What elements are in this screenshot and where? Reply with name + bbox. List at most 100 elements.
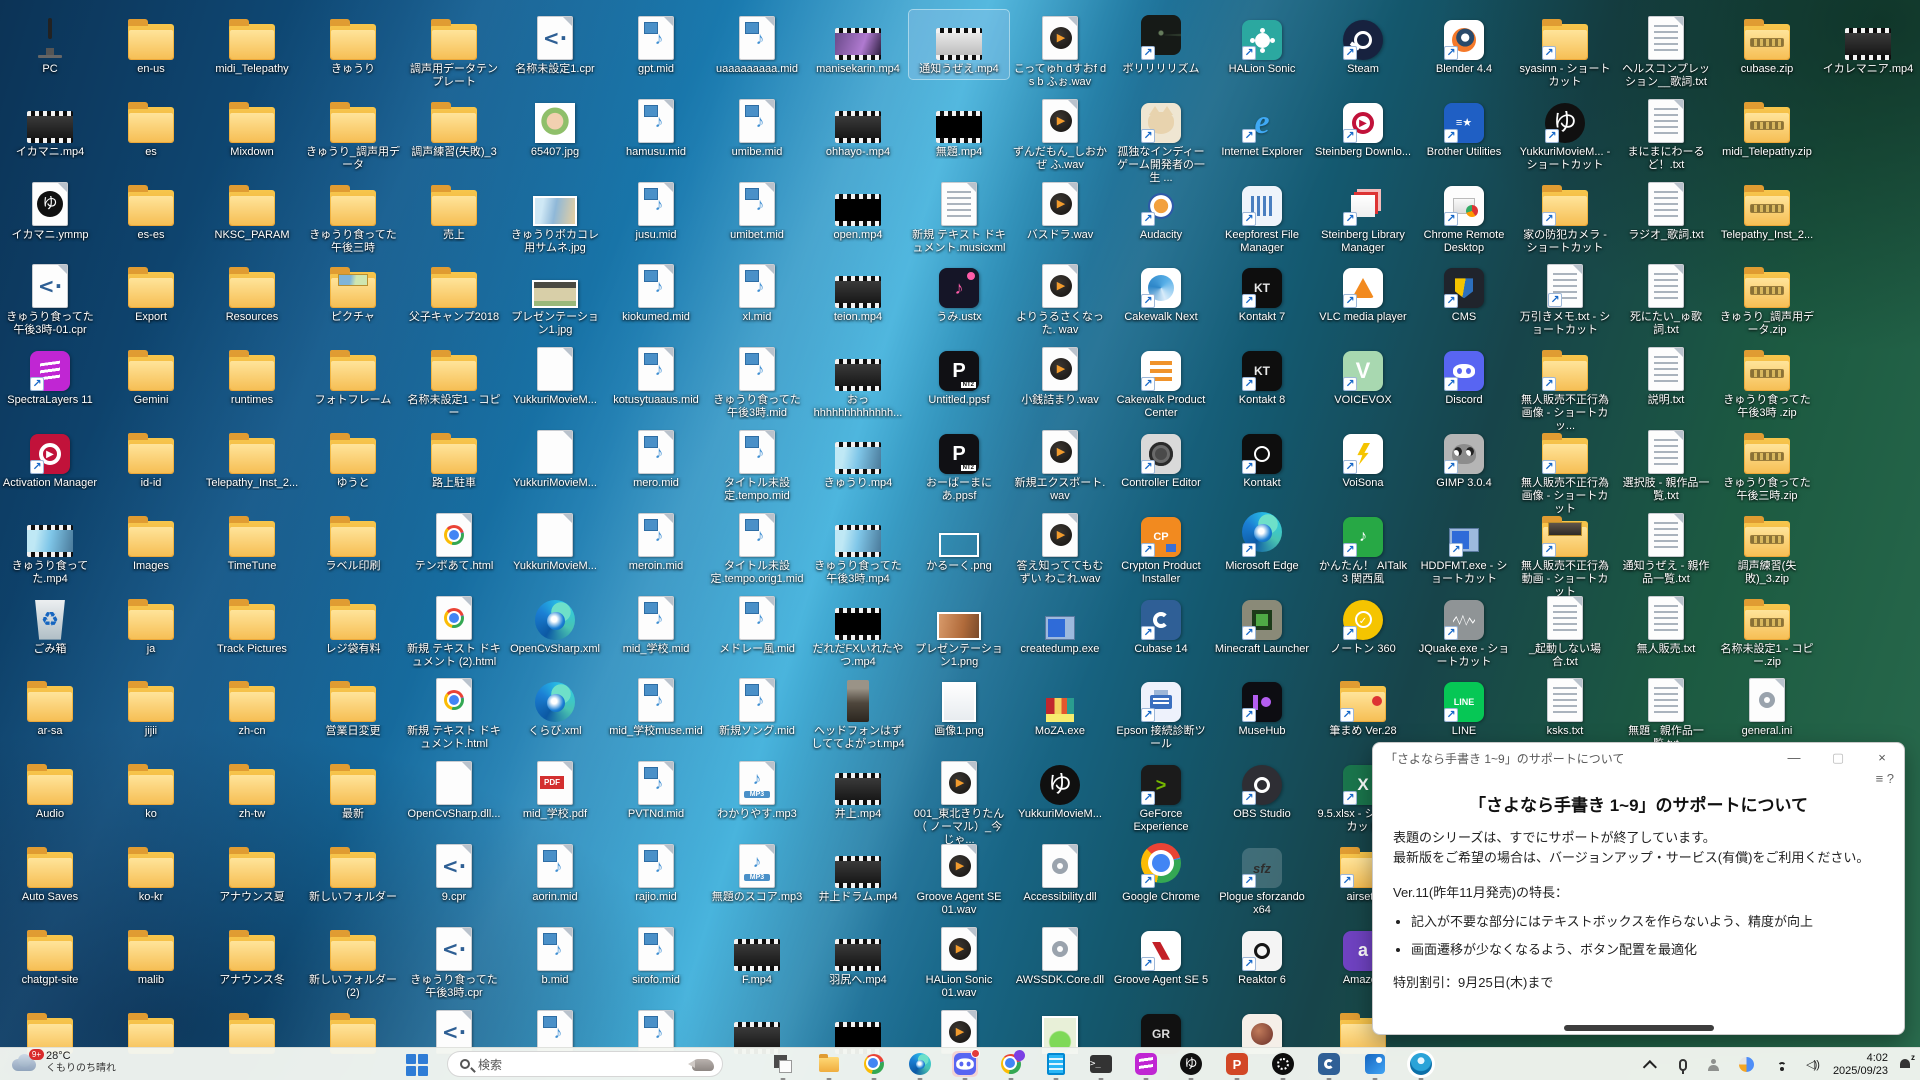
desktop-icon-mid[interactable]: ♪ uaaaaaaaaa.mid: [707, 10, 807, 79]
desktop-icon-fld-zip[interactable]: きゅうり_調声用データ.zip: [1717, 258, 1817, 340]
desktop-icon-fld[interactable]: Mixdown: [202, 93, 302, 162]
desktop-icon-fld-zip[interactable]: Telepathy_Inst_2...: [1717, 176, 1817, 245]
desktop-icon-polyrhythm[interactable]: ↗ ポリリリリズム: [1111, 10, 1211, 79]
desktop-icon-mid[interactable]: ♪ b.mid: [505, 921, 605, 990]
desktop-icon-cms[interactable]: ↗ CMS: [1414, 258, 1514, 327]
desktop-icon-txt[interactable]: 新規 テキスト ドキュメント.musicxml: [909, 176, 1009, 258]
desktop-icon-wav[interactable]: ▶ 001_東北きりたん（ ノーマル）_今じゃ...: [909, 755, 1009, 850]
taskbar-icon-chrome-profile[interactable]: [998, 1051, 1024, 1077]
desktop-icon-txt-sc[interactable]: ↗ 万引きメモ.txt - ショートカット: [1515, 258, 1615, 340]
desktop-icon-recycle[interactable]: ♻ ごみ箱: [0, 590, 100, 659]
desktop-icon-ppsf[interactable]: PNT2 Untitled.ppsf: [909, 341, 1009, 410]
taskbar-icon-discord[interactable]: [952, 1051, 978, 1077]
desktop-icon-fld[interactable]: Track Pictures: [202, 590, 302, 659]
notification-bell-icon[interactable]: [1898, 1058, 1912, 1072]
desktop-icon-blank-doc[interactable]: YukkuriMovieM...: [505, 341, 605, 410]
desktop-icon-fld[interactable]: runtimes: [202, 341, 302, 410]
desktop-icon-fld[interactable]: 名称未設定1 - コピー: [404, 341, 504, 423]
taskbar-icon-notes[interactable]: [1043, 1051, 1069, 1077]
desktop-icon-chrome-page[interactable]: 新規 テキスト ドキュメント.html: [404, 672, 504, 754]
desktop-icon-wav[interactable]: ▶ 答え知っててもむずい わこれ.wav: [1010, 507, 1110, 589]
desktop-icon-ustx[interactable]: ♪ うみ.ustx: [909, 258, 1009, 327]
volume-icon[interactable]: ◁)): [1806, 1058, 1819, 1071]
desktop-icon-txt[interactable]: 説明.txt: [1616, 341, 1716, 410]
desktop-icon-wav[interactable]: ▶ ずんだもん_しおかぜ ふ.wav: [1010, 93, 1110, 175]
desktop-icon-fld[interactable]: jijii: [101, 672, 201, 741]
dialog-title-bar[interactable]: 「さよなら手書き 1~9」のサポートについて — ▢ ×: [1373, 743, 1904, 773]
taskbar-icon-cubase[interactable]: [1316, 1051, 1342, 1077]
desktop-icon-brother[interactable]: ≡★↗ Brother Utilities: [1414, 93, 1514, 162]
desktop-icon-mid[interactable]: ♪ umibe.mid: [707, 93, 807, 162]
desktop-icon-ppsf[interactable]: PNT2 おーばーまにあ.ppsf: [909, 424, 1009, 506]
desktop-icon-fld[interactable]: ko-kr: [101, 838, 201, 907]
desktop-icon-keepforest[interactable]: ↗ Keepforest File Manager: [1212, 176, 1312, 258]
desktop-icon-txt[interactable]: ヘルスコンプレッション__歌詞.txt: [1616, 10, 1716, 92]
desktop-icon-fld-thumb-sc[interactable]: ↗ 無人販売不正行為動画 - ショートカット: [1515, 507, 1615, 602]
desktop-icon-img-strip[interactable]: プレゼンテーション1.jpg: [505, 258, 605, 340]
desktop-icon-fld[interactable]: NKSC_PARAM: [202, 176, 302, 245]
desktop-icon-fld[interactable]: ラベル印刷: [303, 507, 403, 576]
microphone-icon[interactable]: [1679, 1059, 1687, 1071]
desktop-icon-fld-zip[interactable]: 名称未設定1 - コピー.zip: [1717, 590, 1817, 672]
desktop-icon-img-small[interactable]: かるーく.png: [909, 507, 1009, 576]
desktop-icon-mid[interactable]: ♪ rajio.mid: [606, 838, 706, 907]
desktop-icon-fld[interactable]: 新しいフォルダー: [303, 838, 403, 907]
dialog-menu-icons[interactable]: ≡ ?: [1876, 771, 1894, 786]
desktop-icon-fld-sc[interactable]: ↗ 無人販売不正行為画像 - ショートカッ...: [1515, 341, 1615, 436]
desktop-icon-fld[interactable]: 父子キャンプ2018: [404, 258, 504, 327]
desktop-icon-mid[interactable]: ♪ タイトル未設定.tempo.mid: [707, 424, 807, 506]
desktop-icon-st-dl[interactable]: ▶↗ Steinberg Downlo...: [1313, 93, 1413, 162]
desktop-icon-blank-doc[interactable]: OpenCvSharp.dll...: [404, 755, 504, 824]
desktop-icon-fld-zip[interactable]: midi_Telepathy.zip: [1717, 93, 1817, 162]
desktop-icon-fld[interactable]: chatgpt-site: [0, 921, 100, 990]
desktop-icon-edge-circle[interactable]: OpenCvSharp.xml: [505, 590, 605, 659]
taskbar-icon-edge[interactable]: [907, 1051, 933, 1077]
desktop-icon-yu-app[interactable]: ゆ YukkuriMovieM...: [1010, 755, 1110, 824]
desktop-icon-fld[interactable]: ゆうと: [303, 424, 403, 493]
desktop-icon-wav[interactable]: ▶ 小銭詰まり.wav: [1010, 341, 1110, 410]
desktop-icon-fld[interactable]: きゅうり: [303, 10, 403, 79]
desktop-icon-fld[interactable]: Auto Saves: [0, 838, 100, 907]
desktop-icon-gear[interactable]: general.ini: [1717, 672, 1817, 741]
desktop-icon-fld[interactable]: 最新: [303, 755, 403, 824]
desktop-icon-ctrl-ed[interactable]: ↗ Controller Editor: [1111, 424, 1211, 493]
desktop-icon-minecraft[interactable]: ↗ Minecraft Launcher: [1212, 590, 1312, 659]
desktop-icon-fld[interactable]: ja: [101, 590, 201, 659]
desktop-icon-blank-doc[interactable]: YukkuriMovieM...: [505, 507, 605, 576]
desktop-icon-mid[interactable]: ♪ meroin.mid: [606, 507, 706, 576]
desktop-icon-cpr[interactable]: <· 名称未設定1.cpr: [505, 10, 605, 79]
desktop-icon-fld[interactable]: 調声練習(失敗)_3: [404, 93, 504, 162]
desktop-icon-mid[interactable]: ♪ hamusu.mid: [606, 93, 706, 162]
desktop-icon-wav[interactable]: ▶ HALion Sonic 01.wav: [909, 921, 1009, 1003]
dialog-scrollbar[interactable]: [1564, 1025, 1714, 1031]
copilot-orb-icon[interactable]: [1739, 1057, 1754, 1072]
desktop-icon-geforce[interactable]: >↗ GeForce Experience: [1111, 755, 1211, 837]
desktop-icon-wav[interactable]: ▶ バスドラ.wav: [1010, 176, 1110, 245]
desktop-icon-txt[interactable]: ラジオ_歌詞.txt: [1616, 176, 1716, 245]
desktop-icon-img-face[interactable]: 65407.jpg: [505, 93, 605, 162]
desktop-icon-film-black[interactable]: 無題.mp4: [909, 93, 1009, 162]
desktop-icon-pc[interactable]: PC: [0, 10, 100, 79]
desktop-icon-txt[interactable]: 無人販売.txt: [1616, 590, 1716, 659]
desktop-icon-fld-sc[interactable]: ↗ 家の防犯カメラ - ショートカット: [1515, 176, 1615, 258]
desktop-icon-fld-sc[interactable]: ↗ syasinn - ショートカット: [1515, 10, 1615, 92]
desktop-icon-film-photo[interactable]: きゅうり食ってた.mp4: [0, 507, 100, 589]
close-button[interactable]: ×: [1860, 743, 1904, 773]
desktop-icon-fld[interactable]: アナウンス夏: [202, 838, 302, 907]
desktop-icon-fld[interactable]: Audio: [0, 755, 100, 824]
desktop-icon-film-dark[interactable]: おっ hhhhhhhhhhhhh...: [808, 341, 908, 423]
desktop-icon-gear[interactable]: Accessibility.dll: [1010, 838, 1110, 907]
desktop-icon-mid[interactable]: ♪ PVTNd.mid: [606, 755, 706, 824]
desktop-icon-film-dark[interactable]: F.mp4: [707, 921, 807, 990]
desktop-icon-film-dark[interactable]: 羽尻へ.mp4: [808, 921, 908, 990]
desktop-icon-voicevox[interactable]: V↗ VOICEVOX: [1313, 341, 1413, 410]
desktop-icon-fld[interactable]: zh-cn: [202, 672, 302, 741]
hidden-icons-chevron-icon[interactable]: [1643, 1060, 1657, 1074]
desktop-icon-film-dark[interactable]: イカレマニア.mp4: [1818, 10, 1918, 79]
desktop-icon-fld[interactable]: es-es: [101, 176, 201, 245]
taskbar-icon-chrome[interactable]: [861, 1051, 887, 1077]
desktop-icon-mid[interactable]: ♪ mid_学校.mid: [606, 590, 706, 659]
taskbar-icon-spectralayers[interactable]: [1133, 1051, 1159, 1077]
desktop-icon-wav[interactable]: ▶ Groove Agent SE 01.wav: [909, 838, 1009, 920]
taskbar-icon-file-explorer[interactable]: [816, 1051, 842, 1077]
